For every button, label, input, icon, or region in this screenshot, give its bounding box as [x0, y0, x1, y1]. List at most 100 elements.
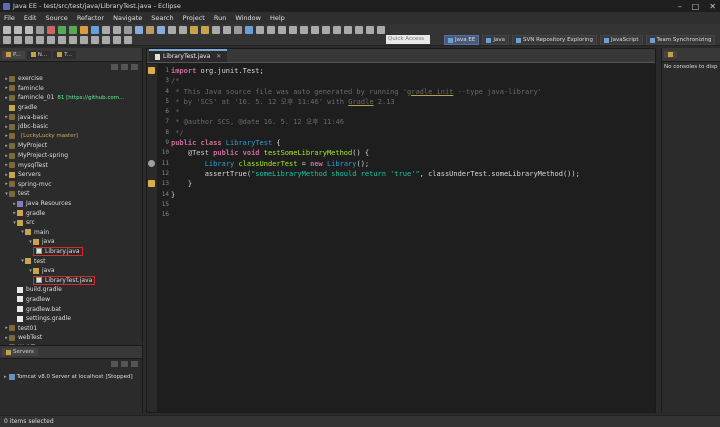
- toolbar-icon[interactable]: [124, 26, 132, 34]
- tree-item[interactable]: ▸ famincle_01 81 [https://github.com...: [0, 93, 142, 103]
- tree-item[interactable]: ▸ test01: [0, 323, 142, 333]
- toolbar-icon[interactable]: [300, 26, 308, 34]
- tab-project-explorer[interactable]: P...: [2, 50, 25, 59]
- toolbar-icon[interactable]: [234, 26, 242, 34]
- menu-edit[interactable]: Edit: [24, 14, 37, 22]
- test-marker-icon[interactable]: [148, 160, 155, 167]
- tab-librarytest-java[interactable]: LibraryTest.java ✕: [149, 49, 228, 62]
- toolbar-icon[interactable]: [179, 26, 187, 34]
- toolbar-icon[interactable]: [168, 26, 176, 34]
- tree-item[interactable]: ▾ java: [0, 266, 142, 276]
- debug-server-icon[interactable]: [121, 361, 128, 367]
- menu-project[interactable]: Project: [183, 14, 205, 22]
- tree-item[interactable]: ▾ test: [0, 189, 142, 199]
- toolbar-icon[interactable]: [91, 26, 99, 34]
- toolbar-icon[interactable]: [113, 36, 121, 44]
- menu-search[interactable]: Search: [151, 14, 173, 22]
- toolbar-icon[interactable]: [212, 26, 220, 34]
- close-tab-icon[interactable]: ✕: [216, 53, 221, 60]
- menu-source[interactable]: Source: [45, 14, 67, 22]
- tab-navigator[interactable]: N...: [26, 50, 52, 59]
- link-editor-icon[interactable]: [121, 64, 128, 70]
- toolbar-icon[interactable]: [80, 36, 88, 44]
- expand-arrow-icon[interactable]: ▸: [4, 374, 7, 380]
- toolbar-icon[interactable]: [69, 26, 77, 34]
- toolbar-icon[interactable]: [58, 26, 66, 34]
- warning-marker-icon[interactable]: [148, 180, 155, 187]
- toolbar-icon[interactable]: [245, 26, 253, 34]
- quick-access-input[interactable]: Quick Access: [386, 35, 430, 44]
- toolbar-icon[interactable]: [3, 26, 11, 34]
- start-server-icon[interactable]: [111, 361, 118, 367]
- toolbar-icon[interactable]: [47, 36, 55, 44]
- menu-window[interactable]: Window: [235, 14, 261, 22]
- toolbar-icon[interactable]: [113, 26, 121, 34]
- tree-item[interactable]: gradlew: [0, 295, 142, 305]
- toolbar-icon[interactable]: [201, 26, 209, 34]
- minimize-button[interactable]: –: [678, 2, 682, 11]
- tree-item[interactable]: ▸ [LuckyLucky master]: [0, 132, 142, 142]
- toolbar-icon[interactable]: [366, 26, 374, 34]
- tree-item[interactable]: ▸ famincle: [0, 84, 142, 94]
- toolbar-icon[interactable]: [267, 26, 275, 34]
- toolbar-icon[interactable]: [69, 36, 77, 44]
- toolbar-icon[interactable]: [344, 26, 352, 34]
- toolbar-icon[interactable]: [256, 26, 264, 34]
- toolbar-icon[interactable]: [278, 26, 286, 34]
- tab-console[interactable]: [664, 51, 677, 58]
- tree-item[interactable]: ▾ main: [0, 228, 142, 238]
- tree-item[interactable]: ▸ Servers: [0, 170, 142, 180]
- toolbar-icon[interactable]: [311, 26, 319, 34]
- toolbar-icon[interactable]: [157, 26, 165, 34]
- tree-item[interactable]: Library.java: [0, 246, 142, 257]
- server-row-tomcat[interactable]: ▸ Tomcat v8.0 Server at localhost [Stopp…: [4, 374, 133, 380]
- toolbar-icon[interactable]: [135, 26, 143, 34]
- menu-file[interactable]: File: [4, 14, 15, 22]
- toolbar-icon[interactable]: [91, 36, 99, 44]
- tree-item[interactable]: ▸ spring-mvc: [0, 180, 142, 190]
- tree-item[interactable]: ▾ src: [0, 218, 142, 228]
- toolbar-icon[interactable]: [36, 26, 44, 34]
- stop-server-icon[interactable]: [131, 361, 138, 367]
- tab-servers[interactable]: Servers: [2, 348, 38, 356]
- tree-item[interactable]: ▸ Java Resources: [0, 199, 142, 209]
- toolbar-icon[interactable]: [36, 36, 44, 44]
- toolbar-icon[interactable]: [190, 26, 198, 34]
- tree-item[interactable]: ▸ mysqlTest: [0, 160, 142, 170]
- toolbar-icon[interactable]: [322, 26, 330, 34]
- tree-item[interactable]: gradlew.bat: [0, 304, 142, 314]
- toolbar-icon[interactable]: [3, 36, 11, 44]
- perspective-team-synchronizing[interactable]: Team Synchronizing: [645, 35, 716, 45]
- tab-type-hierarchy[interactable]: T...: [53, 50, 77, 59]
- toolbar-icon[interactable]: [124, 36, 132, 44]
- perspective-svn-repository-exploring[interactable]: SVN Repository Exploring: [511, 35, 597, 45]
- toolbar-icon[interactable]: [58, 36, 66, 44]
- collapse-all-icon[interactable]: [111, 64, 118, 70]
- toolbar-icon[interactable]: [377, 26, 385, 34]
- maximize-button[interactable]: □: [692, 2, 700, 11]
- tree-item[interactable]: gradle: [0, 103, 142, 113]
- tree-item[interactable]: ▾ test: [0, 256, 142, 266]
- menu-run[interactable]: Run: [214, 14, 226, 22]
- toolbar-icon[interactable]: [47, 26, 55, 34]
- menu-help[interactable]: Help: [270, 14, 285, 22]
- perspective-javascript[interactable]: JavaScript: [599, 35, 643, 45]
- perspective-java-ee[interactable]: Java EE: [444, 35, 480, 45]
- warning-marker-icon[interactable]: [148, 67, 155, 74]
- menu-refactor[interactable]: Refactor: [77, 14, 104, 22]
- tree-item[interactable]: settings.gradle: [0, 314, 142, 324]
- toolbar-icon[interactable]: [289, 26, 297, 34]
- toolbar-icon[interactable]: [25, 36, 33, 44]
- tree-item[interactable]: ▸ webTest: [0, 333, 142, 343]
- tree-item[interactable]: ▸ java-basic: [0, 112, 142, 122]
- tree-item[interactable]: build.gradle: [0, 285, 142, 295]
- tree-item[interactable]: ▸ MyProject: [0, 141, 142, 151]
- tree-item[interactable]: ▸ jdbc-basic: [0, 122, 142, 132]
- toolbar-icon[interactable]: [14, 26, 22, 34]
- close-button[interactable]: ✕: [709, 2, 716, 11]
- tree-item[interactable]: ▸ gradle: [0, 208, 142, 218]
- tree-item[interactable]: ▸ exercise: [0, 74, 142, 84]
- toolbar-icon[interactable]: [333, 26, 341, 34]
- code-editor[interactable]: 1 3 4 5 6 7 8 9 10 11 12 13 14 15 16 import org.junit.…: [147, 64, 655, 412]
- toolbar-icon[interactable]: [80, 26, 88, 34]
